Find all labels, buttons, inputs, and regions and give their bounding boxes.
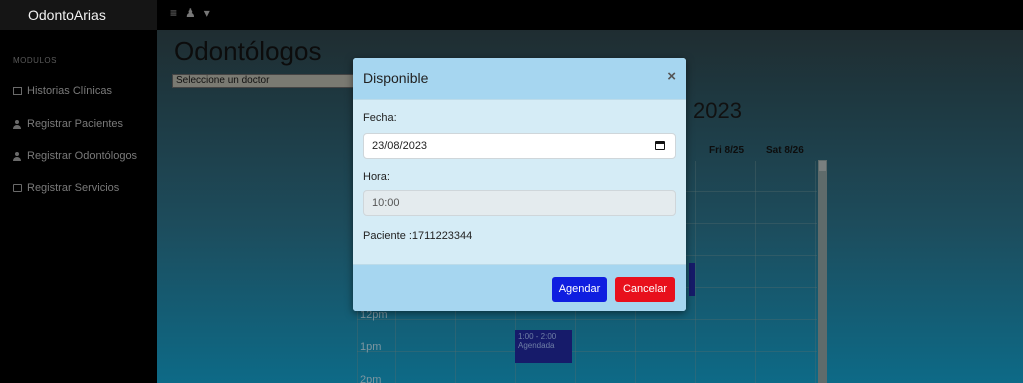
calendar-title: 2023	[693, 98, 742, 123]
modal-title: Disponible	[363, 70, 429, 86]
modal-body: Fecha: 23/08/2023 Hora: 10:00 Paciente :…	[353, 100, 686, 264]
sidebar-item-historias[interactable]: Historias Clínicas	[13, 85, 112, 97]
sidebar-section-title: MODULOS	[13, 56, 57, 65]
agendar-button[interactable]: Agendar	[552, 277, 607, 302]
sidebar-item-label: Historias Clínicas	[27, 85, 112, 97]
sidebar-item-label: Registrar Servicios	[27, 182, 120, 194]
scrollbar-thumb[interactable]	[819, 161, 826, 171]
time-label: 1pm	[360, 341, 382, 353]
calendar-scrollbar[interactable]	[818, 160, 827, 383]
user-add-icon	[13, 120, 22, 129]
sidebar-item-pacientes[interactable]: Registrar Pacientes	[13, 118, 123, 130]
fecha-value: 23/08/2023	[372, 140, 428, 152]
hora-input[interactable]: 10:00	[363, 190, 676, 216]
modal-header: Disponible ×	[353, 58, 686, 100]
top-navbar: OdontoArias ≡ ♟ ▾	[0, 0, 1023, 30]
document-icon	[13, 87, 22, 95]
page-title: Odontólogos	[174, 36, 322, 66]
hora-label: Hora:	[363, 171, 390, 183]
event-time: 1:00 - 2:00	[518, 332, 557, 341]
doctor-select-value: Seleccione un doctor	[176, 75, 270, 86]
hamburger-icon[interactable]: ≡	[170, 6, 177, 20]
sidebar-item-odontologos[interactable]: Registrar Odontólogos	[13, 150, 137, 162]
brand-logo[interactable]: OdontoArias	[0, 0, 157, 30]
chevron-down-icon[interactable]: ▾	[204, 6, 210, 20]
topbar-actions: ≡ ♟ ▾	[170, 6, 210, 20]
card-icon	[13, 184, 22, 192]
event-label: Agendada	[518, 341, 555, 350]
calendar-icon[interactable]	[655, 141, 665, 150]
sidebar: MODULOS Historias Clínicas Registrar Pac…	[0, 30, 157, 383]
modal-footer: Agendar Cancelar	[353, 264, 686, 311]
calendar-event[interactable]	[689, 263, 695, 296]
hora-value: 10:00	[372, 197, 400, 209]
fecha-label: Fecha:	[363, 112, 397, 124]
cancelar-button[interactable]: Cancelar	[615, 277, 675, 302]
close-icon[interactable]: ×	[667, 68, 676, 85]
sidebar-item-label: Registrar Pacientes	[27, 118, 123, 130]
appointment-modal: Disponible × Fecha: 23/08/2023 Hora: 10:…	[353, 58, 686, 311]
time-label: 2pm	[360, 374, 382, 383]
doctor-select[interactable]: Seleccione un doctor ⌄	[172, 74, 376, 88]
paciente-text: Paciente :1711223344	[363, 230, 473, 242]
calendar-event[interactable]: 1:00 - 2:00 Agendada	[515, 330, 572, 363]
sidebar-item-servicios[interactable]: Registrar Servicios	[13, 182, 119, 194]
calendar-header-fri: Fri 8/25	[709, 145, 745, 156]
user-icon[interactable]: ♟	[185, 6, 196, 20]
user-add-icon	[13, 152, 22, 161]
calendar-header-sat: Sat 8/26	[766, 145, 804, 156]
fecha-date-input[interactable]: 23/08/2023	[363, 133, 676, 159]
sidebar-item-label: Registrar Odontólogos	[27, 150, 138, 162]
